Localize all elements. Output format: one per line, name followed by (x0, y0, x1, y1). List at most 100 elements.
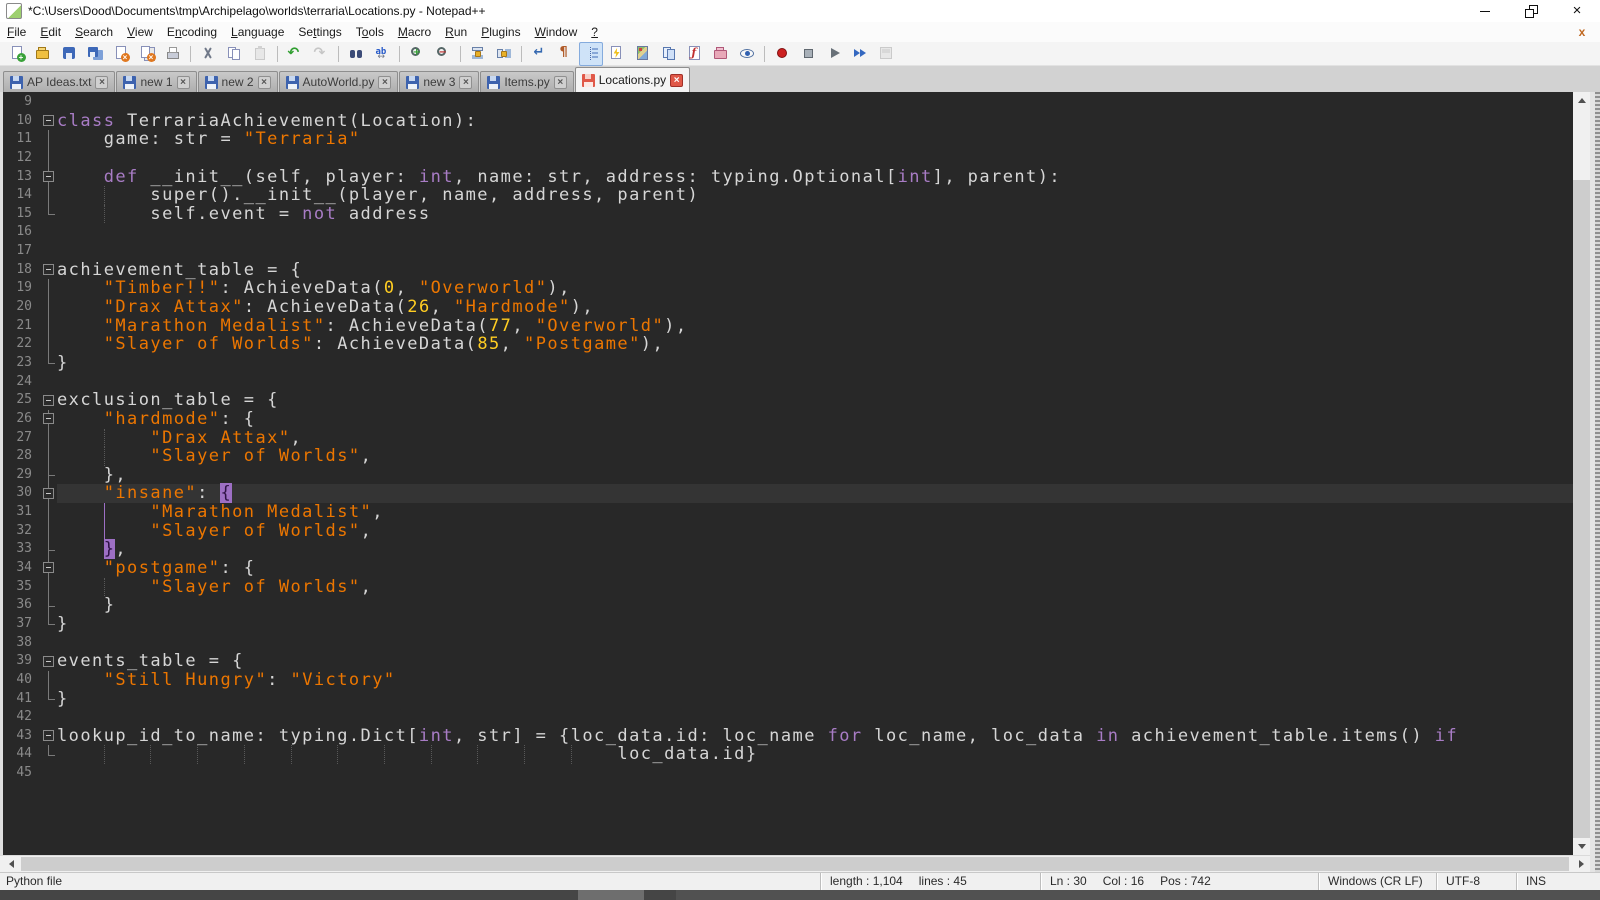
close-tab-icon[interactable]: × (95, 76, 108, 89)
fold-collapse-icon[interactable] (43, 395, 54, 406)
fold-margin[interactable] (40, 410, 57, 429)
cut-button[interactable] (196, 42, 220, 66)
fold-collapse-icon[interactable] (43, 264, 54, 275)
close-tab-icon[interactable]: × (258, 76, 271, 89)
fold-collapse-icon[interactable] (43, 562, 54, 573)
fold-margin[interactable] (40, 578, 57, 597)
fold-margin[interactable] (40, 205, 57, 224)
fold-margin[interactable] (40, 447, 57, 466)
scroll-up-arrow-icon[interactable] (1573, 92, 1590, 109)
horizontal-scrollbar-thumb[interactable] (21, 857, 1569, 871)
macro-run-multiple-button[interactable] (848, 42, 872, 66)
tab-new-2[interactable]: new 2× (198, 71, 278, 92)
close-file-button[interactable] (109, 42, 133, 66)
tab-ap-ideas-txt[interactable]: AP Ideas.txt× (3, 71, 115, 92)
macro-record-button[interactable] (770, 42, 794, 66)
menu-edit[interactable]: Edit (33, 22, 68, 42)
menu-plugins[interactable]: Plugins (474, 22, 527, 42)
fold-margin[interactable] (40, 596, 57, 615)
minimize-button[interactable] (1462, 0, 1508, 22)
vertical-scrollbar-thumb[interactable] (1573, 180, 1590, 838)
scroll-left-arrow-icon[interactable] (3, 856, 20, 872)
fold-margin[interactable] (40, 466, 57, 485)
fold-margin[interactable] (40, 130, 57, 149)
restore-button[interactable] (1508, 0, 1554, 22)
menu-tools[interactable]: Tools (349, 22, 391, 42)
monitoring-button[interactable] (735, 42, 759, 66)
fold-margin[interactable] (40, 652, 57, 671)
fold-margin[interactable] (40, 540, 57, 559)
menu-run[interactable]: Run (438, 22, 474, 42)
print-button[interactable] (161, 42, 185, 66)
fold-margin[interactable] (40, 298, 57, 317)
menu-file[interactable]: File (0, 22, 33, 42)
close-tab-icon[interactable]: × (670, 74, 683, 87)
fold-margin[interactable] (40, 522, 57, 541)
copy-button[interactable] (222, 42, 246, 66)
new-file-button[interactable] (5, 42, 29, 66)
fold-margin[interactable] (40, 745, 57, 764)
tab-new-3[interactable]: new 3× (399, 71, 479, 92)
fold-margin[interactable] (40, 335, 57, 354)
fold-margin[interactable] (40, 690, 57, 709)
fold-margin[interactable] (40, 429, 57, 448)
fold-margin[interactable] (40, 168, 57, 187)
close-tab-icon[interactable]: × (459, 76, 472, 89)
menu-language[interactable]: Language (224, 22, 291, 42)
fold-collapse-icon[interactable] (43, 413, 54, 424)
fold-margin[interactable] (40, 484, 57, 503)
fold-margin[interactable] (40, 279, 57, 298)
save-button[interactable] (57, 42, 81, 66)
menu-encoding[interactable]: Encoding (160, 22, 224, 42)
sync-horizontal-scrolling-button[interactable] (492, 42, 516, 66)
undo-button[interactable] (283, 42, 307, 66)
fold-margin[interactable] (40, 391, 57, 410)
tab-locations-py[interactable]: Locations.py× (575, 67, 690, 92)
tab-items-py[interactable]: Items.py× (480, 71, 573, 92)
sync-vertical-scrolling-button[interactable] (466, 42, 490, 66)
folder-as-workspace-button[interactable] (709, 42, 733, 66)
fold-collapse-icon[interactable] (43, 488, 54, 499)
menu-settings[interactable]: Settings (291, 22, 348, 42)
fold-margin[interactable] (40, 503, 57, 522)
macro-save-button[interactable] (874, 42, 898, 66)
fold-margin[interactable] (40, 354, 57, 373)
horizontal-scrollbar[interactable] (0, 855, 1590, 872)
fold-collapse-icon[interactable] (43, 656, 54, 667)
replace-button[interactable] (370, 42, 394, 66)
fold-margin[interactable] (40, 671, 57, 690)
close-button[interactable]: × (1554, 0, 1600, 22)
fold-margin[interactable] (40, 186, 57, 205)
menu-window[interactable]: Window (528, 22, 585, 42)
open-file-button[interactable] (31, 42, 55, 66)
encoding-status[interactable]: UTF-8 (1436, 873, 1516, 890)
typing-mode-status[interactable]: INS (1516, 873, 1600, 890)
fold-margin[interactable] (40, 317, 57, 336)
close-all-button[interactable] (135, 42, 159, 66)
show-indent-guide-button[interactable] (579, 42, 603, 66)
redo-button[interactable] (309, 42, 333, 66)
fold-margin[interactable] (40, 149, 57, 168)
fold-margin[interactable] (40, 615, 57, 634)
close-tab-icon[interactable]: × (177, 76, 190, 89)
close-document-x-icon[interactable]: x (1574, 25, 1590, 39)
scroll-down-arrow-icon[interactable] (1573, 838, 1590, 855)
fold-collapse-icon[interactable] (43, 730, 54, 741)
find-button[interactable] (344, 42, 368, 66)
zoom-in-button[interactable] (405, 42, 429, 66)
scroll-right-arrow-icon[interactable] (1573, 856, 1590, 872)
document-map-button[interactable] (631, 42, 655, 66)
close-tab-icon[interactable]: × (554, 76, 567, 89)
function-list-button[interactable] (683, 42, 707, 66)
document-list-button[interactable] (657, 42, 681, 66)
save-all-button[interactable] (83, 42, 107, 66)
zoom-out-button[interactable] (431, 42, 455, 66)
close-tab-icon[interactable]: × (378, 76, 391, 89)
menu-search[interactable]: Search (68, 22, 120, 42)
tab-new-1[interactable]: new 1× (116, 71, 196, 92)
word-wrap-button[interactable] (527, 42, 551, 66)
macro-playback-button[interactable] (822, 42, 846, 66)
fold-margin[interactable] (40, 112, 57, 131)
tab-autoworld-py[interactable]: AutoWorld.py× (279, 71, 399, 92)
eol-format-status[interactable]: Windows (CR LF) (1318, 873, 1436, 890)
